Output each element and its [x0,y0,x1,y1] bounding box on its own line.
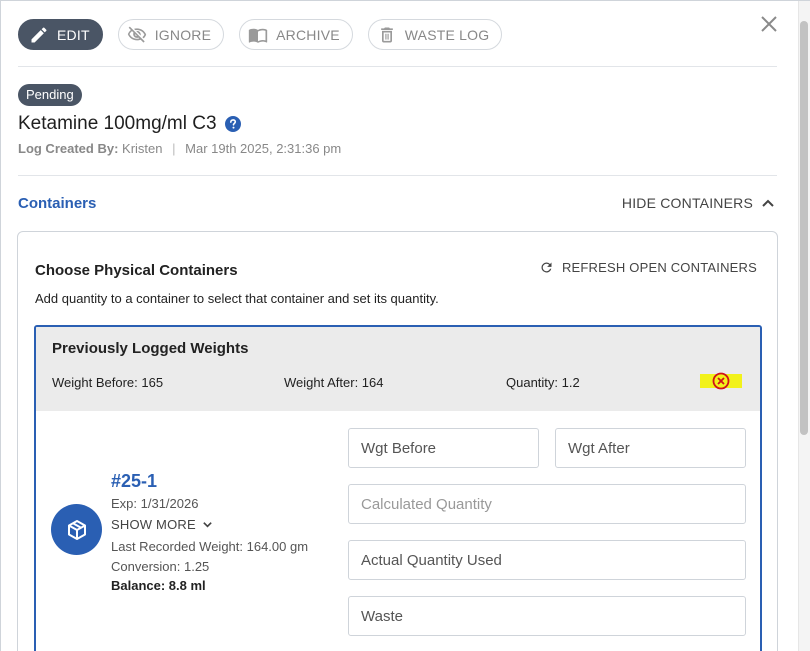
created-by-value: Kristen [122,141,163,156]
meta-separator: | [172,141,176,156]
log-meta: Log Created By: Kristen | Mar 19th 2025,… [18,141,341,156]
previous-weights-panel: Previously Logged Weights Weight Before:… [36,327,760,411]
meta-divider [18,175,777,176]
trash-icon [380,27,393,42]
chevron-up-icon [762,199,774,207]
waste-log-label: WASTE LOG [404,26,490,43]
show-more-button[interactable]: SHOW MORE [111,517,213,532]
book-icon [248,28,268,43]
waste-log-button[interactable]: WASTE LOG [367,19,503,50]
status-badge: Pending [18,84,82,106]
wgt-after-input[interactable]: Wgt After [555,428,746,468]
edit-button[interactable]: EDIT [18,19,103,50]
actual-quantity-input[interactable]: Actual Quantity Used [348,540,746,580]
archive-button[interactable]: ARCHIVE [239,19,353,50]
header-divider [18,66,777,67]
remove-circle-icon[interactable] [712,372,730,390]
created-by-label: Log Created By: [18,141,119,156]
weight-before-value: Weight Before: 165 [52,375,164,390]
refresh-label: REFRESH OPEN CONTAINERS [561,260,757,275]
container-id[interactable]: #25-1 [111,471,157,492]
show-more-label: SHOW MORE [111,517,196,532]
card-title: Choose Physical Containers [35,262,238,279]
help-icon[interactable] [224,116,241,132]
chevron-down-icon [203,522,212,528]
drug-name: Ketamine 100mg/ml C3 [18,113,217,134]
scrollbar-thumb[interactable] [800,21,808,435]
containers-card: Choose Physical Containers REFRESH OPEN … [17,231,778,651]
pencil-icon [31,27,47,42]
ignore-label: IGNORE [154,26,212,43]
created-timestamp: Mar 19th 2025, 2:31:36 pm [185,141,342,156]
weight-after-value: Weight After: 164 [284,375,384,390]
hide-containers-button[interactable]: HIDE CONTAINERS [622,195,775,211]
archive-label: ARCHIVE [276,26,340,43]
refresh-icon [541,262,552,273]
containers-section-title: Containers [18,195,97,212]
ignore-button[interactable]: IGNORE [117,19,225,50]
conversion-value: Conversion: 1.25 [111,559,210,574]
action-toolbar: EDIT IGNORE ARCHIVE WASTE LOG [18,19,503,50]
waste-input[interactable]: Waste [348,596,746,636]
cube-icon [67,519,86,540]
quantity-value: Quantity: 1.2 [506,375,580,390]
eye-off-icon [127,26,146,43]
container-expiry: Exp: 1/31/2026 [111,496,199,511]
previous-weights-title: Previously Logged Weights [52,340,249,357]
balance-value: Balance: 8.8 ml [111,578,206,593]
calculated-quantity-input: Calculated Quantity [348,484,746,524]
refresh-containers-button[interactable]: REFRESH OPEN CONTAINERS [539,260,757,275]
container-log-modal: EDIT IGNORE ARCHIVE WASTE LOG Pending Ke… [0,0,810,651]
wgt-before-input[interactable]: Wgt Before [348,428,539,468]
close-icon[interactable] [758,13,780,35]
container-avatar [51,504,102,555]
page-title: Ketamine 100mg/ml C3 [18,113,241,135]
container-entry: Previously Logged Weights Weight Before:… [34,325,762,651]
last-recorded-weight: Last Recorded Weight: 164.00 gm [111,539,309,554]
card-subtitle: Add quantity to a container to select th… [35,291,439,306]
hide-containers-label: HIDE CONTAINERS [621,195,753,211]
scrollbar[interactable] [798,1,810,651]
edit-label: EDIT [57,26,90,43]
